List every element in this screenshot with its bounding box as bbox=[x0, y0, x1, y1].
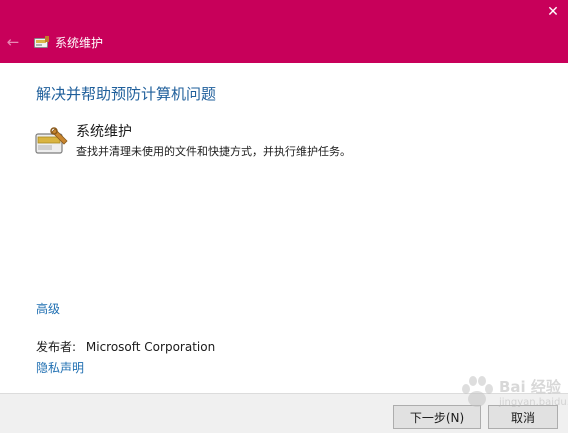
task-title: 系统维护 bbox=[76, 124, 132, 140]
app-icon bbox=[34, 36, 49, 48]
task-description: 查找并清理未使用的文件和快捷方式，并执行维护任务。 bbox=[76, 145, 351, 158]
back-arrow-icon[interactable]: ← bbox=[2, 31, 24, 53]
wizard-content: 解决并帮助预防计算机问题 系统维护 查找并清理未使用的文件和快捷方式，并执行维护… bbox=[0, 63, 568, 393]
publisher-info: 发布者: Microsoft Corporation bbox=[36, 339, 215, 355]
watermark-url: jingyan.baidu.com bbox=[499, 397, 568, 408]
watermark-brand: Bai 经验 bbox=[499, 378, 561, 396]
window-title: 系统维护 bbox=[55, 36, 104, 50]
publisher-name: Microsoft Corporation bbox=[85, 340, 216, 354]
advanced-link[interactable]: 高级 bbox=[36, 301, 60, 317]
paw-logo-icon bbox=[462, 376, 493, 407]
task-option-system-maintenance[interactable]: 系统维护 查找并清理未使用的文件和快捷方式，并执行维护任务。 bbox=[35, 123, 515, 163]
page-title: 解决并帮助预防计算机问题 bbox=[36, 85, 217, 103]
baidu-watermark: Bai 经验 jingyan.baidu.com bbox=[455, 372, 568, 414]
privacy-statement-link[interactable]: 隐私声明 bbox=[36, 360, 84, 376]
maintenance-tools-icon bbox=[35, 127, 68, 154]
title-bar: ← 系统维护 ✕ bbox=[0, 0, 568, 63]
close-icon[interactable]: ✕ bbox=[538, 0, 568, 24]
publisher-label: 发布者: bbox=[36, 340, 77, 354]
